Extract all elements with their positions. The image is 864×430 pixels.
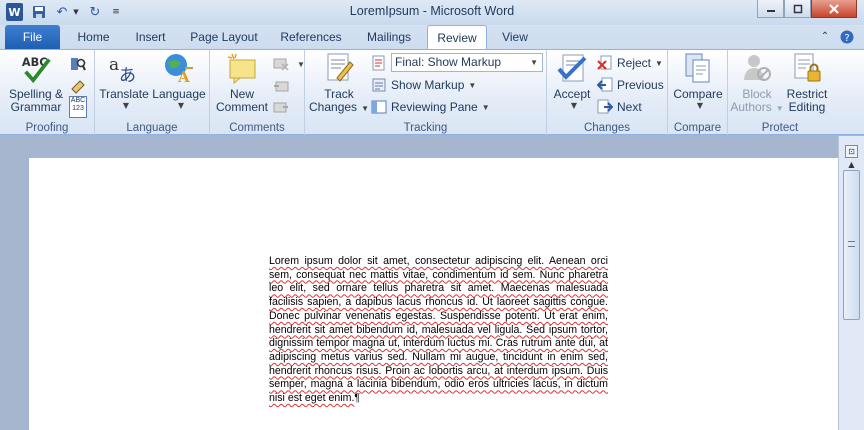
tab-page-layout[interactable]: Page Layout xyxy=(182,25,266,49)
minimize-ribbon-icon[interactable]: ⌃ xyxy=(818,25,832,49)
accept-button[interactable]: Accept ▼ xyxy=(550,52,594,110)
compare-button[interactable]: Compare ▼ xyxy=(671,52,725,110)
track-changes-icon xyxy=(323,52,355,84)
tab-mailings[interactable]: Mailings xyxy=(356,25,422,49)
track-changes-button[interactable]: Track Changes ▼ xyxy=(309,52,369,115)
tab-home[interactable]: Home xyxy=(66,25,121,49)
thesaurus-icon[interactable] xyxy=(70,76,86,96)
new-comment-icon xyxy=(226,52,258,84)
next-change-button[interactable]: Next xyxy=(597,97,642,117)
group-label-compare: Compare xyxy=(673,122,722,134)
tab-file[interactable]: File xyxy=(5,25,60,49)
next-change-icon xyxy=(597,99,613,115)
title-bar: W ↶ ▼ ↻ ≡ LoremIpsum - Microsoft Word xyxy=(0,0,864,25)
restore-button[interactable] xyxy=(784,0,811,18)
block-authors-icon xyxy=(741,52,773,84)
tab-insert[interactable]: Insert xyxy=(123,25,178,49)
reviewing-pane-button[interactable]: Reviewing Pane ▼ xyxy=(371,97,490,117)
display-for-review-icon xyxy=(371,53,391,73)
view-ruler-icon[interactable]: ⊡ xyxy=(845,145,858,158)
group-compare: Compare ▼ Compare xyxy=(668,50,728,135)
window-title: LoremIpsum - Microsoft Word xyxy=(349,4,515,18)
tab-references[interactable]: References xyxy=(272,25,350,49)
previous-comment-icon xyxy=(273,78,289,94)
tab-view[interactable]: View xyxy=(490,25,540,49)
group-proofing: ABC Spelling & Grammar ABC 123 Proofing xyxy=(0,50,95,135)
group-tracking: Track Changes ▼ Final: Show Markup ▼ Show… xyxy=(305,50,547,135)
language-button[interactable]: A Language ▼ xyxy=(151,52,207,110)
new-comment-button[interactable]: New Comment xyxy=(214,52,270,114)
translate-icon: aあ xyxy=(108,52,140,84)
delete-comment-icon xyxy=(273,56,289,72)
restrict-editing-button[interactable]: Restrict Editing xyxy=(782,52,832,114)
reject-icon xyxy=(597,55,613,71)
previous-change-button[interactable]: Previous xyxy=(597,75,664,95)
grip-icon xyxy=(848,241,855,247)
group-label-comments: Comments xyxy=(229,122,285,134)
group-label-language: Language xyxy=(126,122,178,134)
restrict-editing-lock-icon xyxy=(791,52,823,84)
svg-text:?: ? xyxy=(844,33,849,44)
chevron-down-icon: ▼ xyxy=(530,58,538,67)
group-language: aあ Translate ▼ A Language ▼ Language xyxy=(95,50,210,135)
spelling-check-icon: ABC xyxy=(20,52,52,84)
close-button[interactable] xyxy=(811,0,857,18)
block-authors-button[interactable]: Block Authors ▼ xyxy=(730,52,784,115)
markup-display-select[interactable]: Final: Show Markup ▼ xyxy=(391,53,543,72)
svg-text:a: a xyxy=(109,55,119,75)
ribbon: ABC Spelling & Grammar ABC 123 Proofing … xyxy=(0,49,864,135)
scroll-thumb[interactable] xyxy=(843,170,860,320)
ribbon-tabs: File Home Insert Page Layout References … xyxy=(0,25,864,50)
show-markup-icon xyxy=(371,77,387,93)
translate-button[interactable]: aあ Translate ▼ xyxy=(99,52,149,110)
language-globe-icon: A xyxy=(163,52,195,84)
accept-icon xyxy=(556,52,588,84)
spelling-grammar-button[interactable]: ABC Spelling & Grammar xyxy=(6,52,66,114)
reject-button[interactable]: Reject ▼ xyxy=(597,53,663,73)
markup-display-icon xyxy=(371,55,387,71)
svg-text:A: A xyxy=(177,68,190,84)
vertical-scrollbar[interactable]: ⊡ ▲ xyxy=(838,136,864,430)
pilcrow-mark: ¶ xyxy=(354,392,361,405)
reviewing-pane-icon xyxy=(371,99,387,115)
group-label-changes: Changes xyxy=(583,122,631,134)
group-label-tracking: Tracking xyxy=(403,122,448,134)
next-comment-button[interactable] xyxy=(273,97,293,117)
document-body-text[interactable]: Lorem ipsum dolor sit amet, consectetur … xyxy=(269,255,608,406)
group-comments: New Comment ▼ Comments xyxy=(210,50,305,135)
svg-text:あ: あ xyxy=(119,66,136,84)
research-icon[interactable] xyxy=(70,54,86,74)
previous-comment-button[interactable] xyxy=(273,76,293,96)
group-protect: Block Authors ▼ Restrict Editing Protect xyxy=(728,50,832,135)
delete-comment-button[interactable]: ▼ xyxy=(273,54,305,74)
minimize-button[interactable] xyxy=(757,0,784,18)
group-changes: Accept ▼ Reject ▼ Previous Next Changes xyxy=(547,50,668,135)
compare-icon xyxy=(682,52,714,84)
document-area: Lorem ipsum dolor sit amet, consectetur … xyxy=(0,136,841,430)
next-comment-icon xyxy=(273,99,289,115)
tab-review[interactable]: Review xyxy=(427,25,487,50)
word-count-icon[interactable]: ABC 123 xyxy=(69,96,87,118)
group-label-proofing: Proofing xyxy=(25,122,69,134)
help-icon[interactable]: ? xyxy=(838,25,856,49)
show-markup-button[interactable]: Show Markup ▼ xyxy=(371,75,476,95)
scroll-up-icon[interactable]: ▲ xyxy=(845,160,858,169)
previous-change-icon xyxy=(597,77,613,93)
document-page[interactable]: Lorem ipsum dolor sit amet, consectetur … xyxy=(29,158,841,430)
group-label-protect: Protect xyxy=(761,122,799,134)
